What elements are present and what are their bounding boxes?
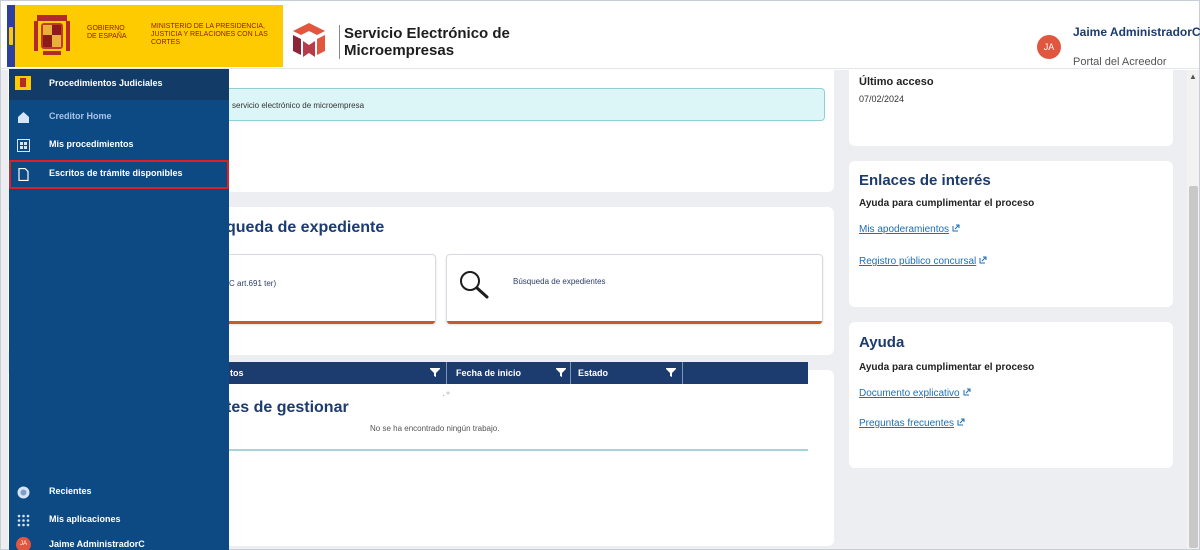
sidebar-item-creditor-home[interactable]: Creditor Home xyxy=(9,106,229,130)
filter-icon[interactable] xyxy=(666,368,676,378)
sidebar-item-label: Creditor Home xyxy=(49,111,112,121)
link-documento-explicativo-label: Documento explicativo xyxy=(859,388,960,399)
tile-search-expedientes[interactable]: Búsqueda de expedientes xyxy=(446,254,823,324)
ministry-crest-icon xyxy=(15,76,31,90)
last-access-value: 07/02/2024 xyxy=(859,94,905,104)
pending-table-header: tos Fecha de inicio Estado xyxy=(228,362,808,384)
tile-procedure-start[interactable]: C art.691 ter) xyxy=(200,254,436,324)
column-separator xyxy=(446,362,447,384)
government-logo[interactable]: GOBIERNO DE ESPAÑA MINISTERIO DE LA PRES… xyxy=(7,5,283,67)
sidebar-item-label: Jaime AdministradorC xyxy=(49,539,145,549)
navigation-sidebar: Procedimientos Judiciales Creditor Home … xyxy=(9,69,229,550)
links-subtitle: Ayuda para cumplimentar el proceso xyxy=(859,198,1035,209)
table-bottom-border xyxy=(228,449,808,451)
sidebar-item-mis-procedimientos[interactable]: Mis procedimientos xyxy=(9,134,229,158)
column-header-estado[interactable]: Estado xyxy=(578,362,608,384)
pending-section-title: tes de gestionar xyxy=(226,399,349,416)
last-access-label: Último acceso xyxy=(859,76,934,88)
gov-line1: GOBIERNO DE ESPAÑA xyxy=(87,25,127,40)
link-registro-concursal-label: Registro público concursal xyxy=(859,256,977,267)
gov-line2: MINISTERIO DE LA PRESIDENCIA, JUSTICIA Y… xyxy=(151,23,268,46)
column-header-asuntos[interactable]: tos xyxy=(230,362,244,384)
home-icon xyxy=(18,112,29,123)
sidebar-item-mis-aplicaciones[interactable]: Mis aplicaciones xyxy=(9,509,229,533)
tile-search-text: Búsqueda de expedientes xyxy=(513,277,606,286)
magnifier-icon xyxy=(460,271,489,299)
column-separator xyxy=(682,362,683,384)
link-preguntas-frecuentes[interactable]: Preguntas frecuentes xyxy=(859,418,965,429)
top-header: GOBIERNO DE ESPAÑA MINISTERIO DE LA PRES… xyxy=(1,1,1200,69)
link-mis-apoderamientos[interactable]: Mis apoderamientos xyxy=(859,224,960,235)
filter-icon[interactable] xyxy=(556,368,566,378)
microempresas-logo-icon[interactable] xyxy=(289,21,329,59)
scroll-up-arrow-icon[interactable]: ▲ xyxy=(1188,72,1198,82)
sidebar-item-label: Recientes xyxy=(49,486,92,496)
user-role: Portal del Acreedor xyxy=(1073,56,1167,68)
link-preguntas-frecuentes-label: Preguntas frecuentes xyxy=(859,418,955,429)
link-registro-concursal[interactable]: Registro público concursal xyxy=(859,256,987,267)
user-name[interactable]: Jaime AdministradorC xyxy=(1073,25,1200,39)
empty-table-message: No se ha encontrado ningún trabajo. xyxy=(370,424,500,433)
external-link-icon xyxy=(979,256,987,264)
column-separator xyxy=(570,362,571,384)
welcome-notice: servicio electrónico de microempresa xyxy=(228,88,825,121)
recent-icon xyxy=(17,486,30,499)
sidebar-item-recientes[interactable]: Recientes xyxy=(9,481,229,505)
app-title: Servicio Electrónico de Microempresas xyxy=(339,25,559,59)
sidebar-user-avatar: JA xyxy=(16,537,31,550)
grid-icon xyxy=(17,139,30,152)
sidebar-item-label: Mis procedimientos xyxy=(49,139,134,149)
help-title: Ayuda xyxy=(859,334,905,351)
empty-state-icon: ·⁺ xyxy=(442,390,451,401)
sidebar-app-title: Procedimientos Judiciales xyxy=(49,78,163,88)
apps-icon xyxy=(17,514,30,527)
external-link-icon xyxy=(963,388,971,396)
highlight-box xyxy=(9,160,229,189)
link-mis-apoderamientos-label: Mis apoderamientos xyxy=(859,224,950,235)
search-section-title: queda de expediente xyxy=(226,219,385,236)
scrollbar-thumb[interactable] xyxy=(1189,186,1198,548)
links-title: Enlaces de interés xyxy=(859,172,991,189)
tile-procedure-text: C art.691 ter) xyxy=(229,279,277,288)
link-documento-explicativo[interactable]: Documento explicativo xyxy=(859,388,971,399)
user-avatar[interactable]: JA xyxy=(1037,35,1061,59)
eu-flag-icon xyxy=(7,5,15,67)
sidebar-item-label: Mis aplicaciones xyxy=(49,514,121,524)
coat-of-arms-icon xyxy=(34,15,70,55)
help-subtitle: Ayuda para cumplimentar el proceso xyxy=(859,362,1035,373)
sidebar-item-user[interactable]: JA Jaime AdministradorC xyxy=(9,534,229,550)
external-link-icon xyxy=(952,224,960,232)
column-header-fecha[interactable]: Fecha de inicio xyxy=(456,362,521,384)
sidebar-app-header[interactable]: Procedimientos Judiciales xyxy=(9,69,229,100)
external-link-icon xyxy=(957,418,965,426)
filter-icon[interactable] xyxy=(430,368,440,378)
